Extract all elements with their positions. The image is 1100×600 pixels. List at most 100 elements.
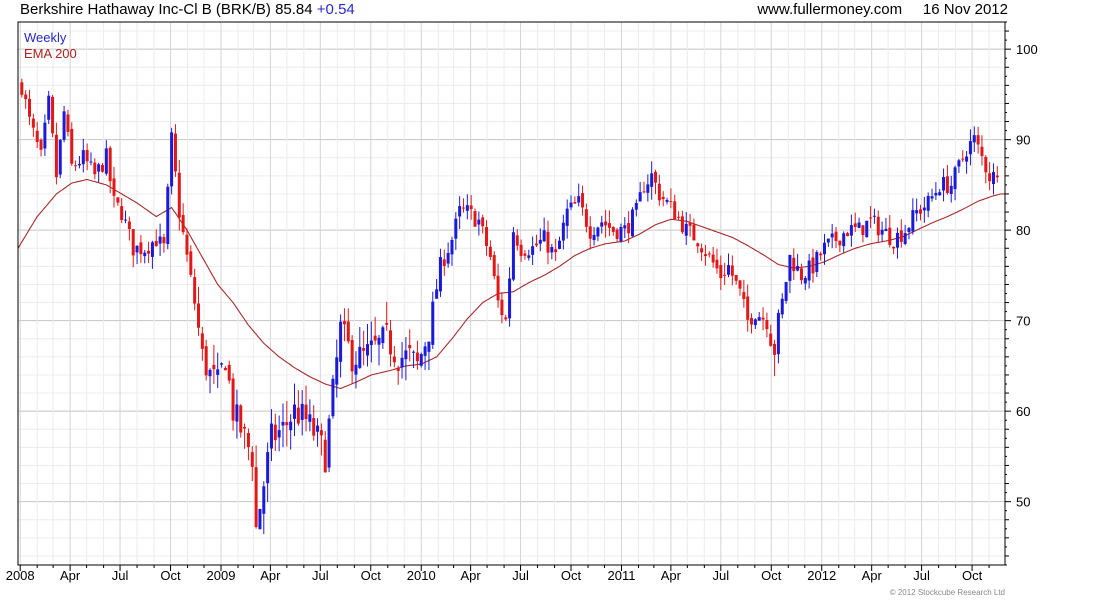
- candle-up: [358, 346, 362, 368]
- candle-down: [285, 422, 289, 426]
- x-tick-label: 2009: [207, 568, 236, 583]
- candle-down: [492, 255, 496, 277]
- candle-down: [669, 201, 673, 203]
- candle-down: [750, 317, 754, 325]
- candle-up: [538, 239, 542, 244]
- candle-down: [120, 206, 124, 221]
- candle-down: [961, 158, 965, 160]
- candle-down: [469, 205, 473, 210]
- x-tick-label: Oct: [561, 568, 582, 583]
- candle-up: [435, 289, 439, 299]
- candle-down: [761, 317, 765, 320]
- x-tick-label: Oct: [962, 568, 983, 583]
- candle-up: [895, 232, 899, 248]
- candle-down: [715, 259, 719, 269]
- candle-down: [734, 274, 738, 281]
- candle-down: [980, 146, 984, 157]
- candle-down: [212, 364, 216, 370]
- candle-up: [926, 195, 930, 211]
- candle-down: [627, 222, 631, 234]
- candle-down: [976, 135, 980, 145]
- candle-down: [116, 197, 120, 203]
- x-tick-label: Apr: [260, 568, 281, 583]
- candle-down: [243, 426, 247, 429]
- candle-down: [719, 265, 723, 279]
- candle-up: [830, 233, 834, 238]
- candle-down: [346, 321, 350, 342]
- candle-up: [638, 192, 642, 202]
- candle-down: [373, 335, 377, 341]
- candle-up: [262, 486, 266, 514]
- candle-up: [216, 369, 220, 375]
- candle-down: [473, 211, 477, 227]
- candle-down: [673, 201, 677, 220]
- candle-down: [70, 128, 74, 164]
- candle-down: [304, 404, 308, 420]
- x-tick-label: Oct: [160, 568, 181, 583]
- candle-up: [600, 222, 604, 227]
- candle-up: [911, 210, 915, 232]
- candle-up: [884, 228, 888, 232]
- candle-down: [350, 339, 354, 372]
- candle-down: [177, 172, 181, 218]
- candle-up: [508, 278, 512, 319]
- candle-down: [162, 237, 166, 244]
- candle-down: [515, 235, 519, 246]
- candle-down: [738, 280, 742, 289]
- candle-down: [273, 424, 277, 441]
- candle-down: [93, 162, 97, 175]
- candle-up: [404, 350, 408, 360]
- candle-down: [362, 347, 366, 351]
- candle-up: [972, 135, 976, 143]
- candle-down: [200, 333, 204, 349]
- candle-down: [127, 221, 131, 229]
- candle-down: [485, 227, 489, 246]
- candle-down: [654, 171, 658, 183]
- candle-down: [112, 178, 116, 196]
- candle-up: [815, 252, 819, 273]
- candle-down: [919, 209, 923, 214]
- x-tick-label: Apr: [60, 568, 81, 583]
- candle-up: [281, 421, 285, 426]
- candle-up: [930, 196, 934, 199]
- candle-up: [335, 357, 339, 385]
- candle-up: [293, 404, 297, 419]
- y-tick-label: 70: [1016, 314, 1030, 329]
- candle-down: [657, 183, 661, 201]
- candle-up: [266, 452, 270, 484]
- candle-up: [807, 260, 811, 281]
- candle-down: [677, 216, 681, 218]
- candle-down: [496, 275, 500, 301]
- candle-down: [730, 265, 734, 276]
- candle-up: [569, 202, 573, 208]
- candle-down: [227, 364, 231, 381]
- x-tick-label: 2012: [807, 568, 836, 583]
- candle-up: [170, 132, 174, 187]
- candle-up: [81, 150, 85, 165]
- candle-up: [915, 210, 919, 214]
- candle-up: [77, 163, 81, 166]
- candle-down: [20, 82, 24, 95]
- candle-down: [131, 229, 135, 256]
- candle-up: [331, 378, 335, 417]
- candle-down: [838, 240, 842, 246]
- candle-down: [661, 196, 665, 200]
- candle-up: [166, 186, 170, 244]
- candle-down: [707, 253, 711, 255]
- candle-down: [173, 133, 177, 172]
- candle-up: [58, 139, 62, 175]
- candle-down: [615, 229, 619, 240]
- candle-up: [465, 205, 469, 211]
- candle-down: [66, 114, 70, 132]
- x-tick-label: Oct: [361, 568, 382, 583]
- candle-down: [154, 240, 158, 247]
- legend-ema: EMA 200: [24, 46, 77, 61]
- candle-up: [235, 404, 239, 422]
- candle-down: [197, 303, 201, 328]
- candle-down: [488, 246, 492, 257]
- candle-down: [185, 234, 189, 255]
- candle-up: [558, 240, 562, 249]
- candle-up: [592, 234, 596, 241]
- x-tick-label: Apr: [661, 568, 682, 583]
- candle-up: [104, 148, 108, 174]
